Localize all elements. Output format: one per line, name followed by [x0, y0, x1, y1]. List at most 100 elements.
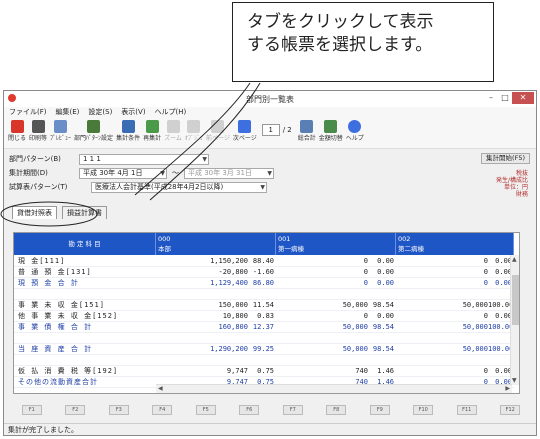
grid-header: 勘 定 科 目 000 本部 001 第一病棟 002 第二病棟 — [14, 233, 514, 255]
chevron-down-icon: ▼ — [260, 183, 265, 191]
fkey-f6[interactable]: F6 — [239, 405, 260, 415]
value-cell: 11.54 — [252, 301, 274, 309]
fkey-f8[interactable]: F8 — [326, 405, 347, 415]
recalc-button[interactable]: 再集計 — [143, 120, 161, 143]
total-button[interactable]: 総合計 — [298, 120, 316, 143]
app-window: 部門別一覧表 – □ ✕ ファイル(F) 編集(E) 設定(S) 表示(V) ヘ… — [3, 90, 537, 436]
fkey-f12[interactable]: F12 — [500, 405, 521, 415]
value-cell: 50,000 — [462, 345, 488, 353]
account-name-cell: 他 事 業 未 収 金[152] — [18, 312, 119, 320]
menu-edit[interactable]: 編集(E) — [56, 107, 80, 118]
close-window-button[interactable]: ✕ — [512, 92, 534, 104]
value-cell: 98.54 — [372, 301, 394, 309]
value-cell: 0.00 — [495, 268, 512, 276]
table-row[interactable]: 他 事 業 未 収 金[152] 10,800 0.83 0 0.00 0 0.00 — [14, 311, 514, 322]
function-keys: F1 F2 F3 F4 F5 F6 F7 F8 F9 F10 F11 F12 — [4, 405, 536, 419]
close-icon — [10, 120, 24, 133]
status-bar: 集計が完了しました。 — [4, 423, 536, 435]
fkey-f5[interactable]: F5 — [195, 405, 216, 415]
preview-button[interactable]: ﾌﾟﾚﾋﾞｭｰ — [50, 120, 71, 143]
callout-line-1: タブをクリックして表示 — [247, 12, 434, 32]
fkey-f10[interactable]: F10 — [413, 405, 434, 415]
value-cell: 9,747 — [226, 367, 248, 375]
settings-form: 部門パターン(B) 1 1 1 ▼ 集計期間(D) 平成 30年 4月 1日 ▼ 〜… — [4, 149, 536, 205]
value-cell: 50,000 — [462, 301, 488, 309]
conditions-button[interactable]: 集計条件 — [116, 120, 140, 143]
amount-switch-button[interactable]: 金額切替 — [319, 120, 343, 143]
fkey-f2[interactable]: F2 — [65, 405, 86, 415]
value-cell: 86.80 — [252, 279, 274, 287]
value-cell: 88.40 — [252, 257, 274, 265]
fkey-f1[interactable]: F1 — [21, 405, 42, 415]
prev-page-button[interactable]: 前ページ — [206, 120, 230, 143]
table-row[interactable]: 当 座 資 産 合 計 1,290,200 99.25 50,000 98.54 50,0… — [14, 344, 514, 355]
report-info: 税抜 発生/構成比 単位：円 財務 — [495, 170, 528, 198]
zoom-button[interactable]: ズーム — [164, 120, 182, 143]
chevron-down-icon: ▼ — [160, 169, 165, 177]
scroll-right-icon[interactable]: ▶ — [505, 385, 510, 392]
table-row[interactable] — [14, 355, 514, 366]
table-row[interactable]: 現 預 金 合 計 1,129,400 86.80 0 0.00 0 0.00 — [14, 278, 514, 289]
value-cell: 1,129,400 — [210, 279, 248, 287]
value-cell: 50,000 — [462, 323, 488, 331]
table-row[interactable]: 現 金[111] 1,150,200 88.40 0 0.00 0 0.00 — [14, 256, 514, 267]
scroll-thumb[interactable] — [512, 275, 519, 325]
account-name-cell: 当 座 資 産 合 計 — [18, 345, 93, 353]
table-row[interactable]: 普 通 預 金[131] -20,800 -1.60 0 0.00 0 0.00 — [14, 267, 514, 278]
scroll-up-icon[interactable]: ▲ — [512, 256, 517, 263]
tab-balance-sheet[interactable]: 貸借対照表 — [12, 206, 57, 219]
value-cell: 1,150,200 — [210, 257, 248, 265]
menu-view[interactable]: 表示(V) — [121, 107, 145, 118]
table-row[interactable] — [14, 289, 514, 300]
value-cell: 0 — [483, 279, 488, 287]
callout-line-2: する帳票を選択します。 — [247, 35, 433, 55]
table-row[interactable] — [14, 333, 514, 344]
account-name-cell: 事 業 債 権 合 計 — [18, 323, 93, 331]
next-page-button[interactable]: 次ページ — [233, 120, 257, 143]
value-cell: 160,800 — [218, 323, 248, 331]
pattern-select[interactable]: 1 1 1 ▼ — [79, 153, 209, 165]
table-row[interactable]: 事 業 未 収 金[151] 150,000 11.54 50,000 98.54 50,… — [14, 300, 514, 311]
scroll-down-icon[interactable]: ▼ — [512, 377, 517, 384]
fkey-f3[interactable]: F3 — [108, 405, 129, 415]
toolbar: 閉じる 印刷等 ﾌﾟﾚﾋﾞｭｰ 部門ﾊﾟﾀｰﾝ設定 集計条件 再集計 ズーム ｵ… — [4, 118, 536, 149]
scroll-left-icon[interactable]: ◀ — [158, 385, 163, 392]
menu-file[interactable]: ファイル(F) — [9, 107, 47, 118]
trial-pattern-select[interactable]: 医療法人会計基準(平成28年4月2日以降) ▼ — [91, 181, 267, 193]
table-row[interactable]: 事 業 債 権 合 計 160,800 12.37 50,000 98.54 50,000… — [14, 322, 514, 333]
help-button[interactable]: ヘルプ — [346, 120, 364, 143]
report-tabs: 貸借対照表 損益計算書 — [4, 205, 536, 219]
value-cell: 10,800 — [222, 312, 248, 320]
value-cell: 0.00 — [495, 312, 512, 320]
dept-pattern-button[interactable]: 部門ﾊﾟﾀｰﾝ設定 — [74, 120, 113, 143]
value-cell: 0 — [483, 312, 488, 320]
value-cell: 1,290,200 — [210, 345, 248, 353]
start-calc-button[interactable]: 集計開始(F5) — [481, 153, 530, 164]
minimize-button[interactable]: – — [484, 92, 498, 104]
value-cell: 0 — [363, 312, 368, 320]
value-cell: 100.00 — [488, 301, 512, 309]
value-cell: 100.00 — [488, 345, 512, 353]
value-cell: 0 — [483, 257, 488, 265]
close-button[interactable]: 閉じる — [8, 120, 26, 143]
fkey-f9[interactable]: F9 — [369, 405, 390, 415]
object-button[interactable]: ｵﾌﾞｼﾞｪ — [185, 120, 203, 143]
period-from-select[interactable]: 平成 30年 4月 1日 ▼ — [79, 167, 167, 179]
menu-settings[interactable]: 設定(S) — [88, 107, 112, 118]
table-row[interactable]: 仮 払 消 費 税 等[192] 9,747 0.75 740 1.46 0 0.00 — [14, 366, 514, 377]
value-cell: 150,000 — [218, 301, 248, 309]
fkey-f7[interactable]: F7 — [282, 405, 303, 415]
vertical-scrollbar[interactable]: ▲ ▼ — [510, 255, 519, 385]
value-cell: 99.25 — [252, 345, 274, 353]
value-cell: 0 — [483, 367, 488, 375]
account-name-cell: 現 預 金 合 計 — [18, 279, 79, 287]
tab-income-statement[interactable]: 損益計算書 — [62, 206, 107, 219]
fkey-f4[interactable]: F4 — [152, 405, 173, 415]
page-input[interactable] — [261, 124, 280, 136]
print-button[interactable]: 印刷等 — [29, 120, 47, 143]
horizontal-scrollbar[interactable]: ◀ ▶ — [156, 384, 512, 393]
period-to-select[interactable]: 平成 30年 3月 31日 ▼ — [184, 167, 274, 179]
maximize-button[interactable]: □ — [498, 92, 512, 104]
fkey-f11[interactable]: F11 — [456, 405, 477, 415]
menu-help[interactable]: ヘルプ(H) — [155, 107, 187, 118]
